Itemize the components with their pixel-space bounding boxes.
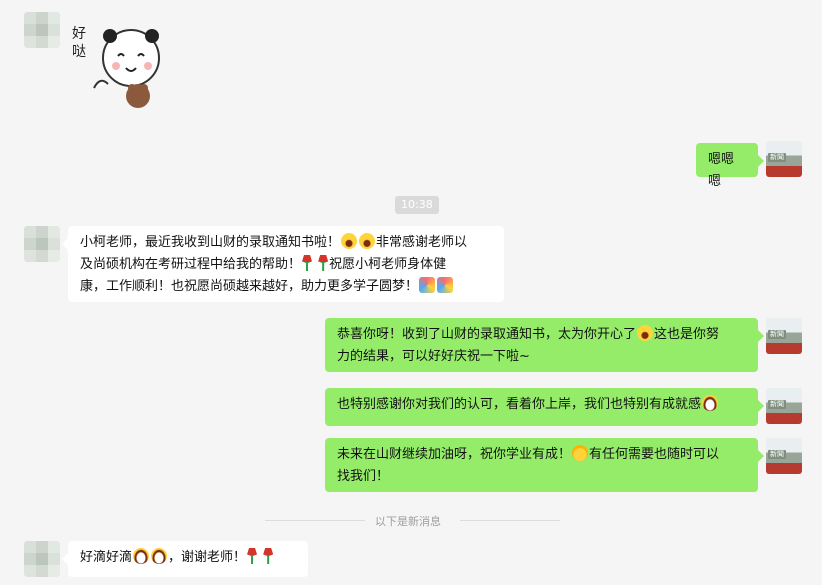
self-avatar[interactable]: 新聞 <box>766 318 802 354</box>
panda-sticker: 好 哒 <box>66 18 166 118</box>
party-face-icon <box>572 445 589 461</box>
svg-text:哒: 哒 <box>72 43 86 60</box>
timestamp: 10:38 <box>395 196 439 214</box>
message-bubble-received[interactable]: 好滴好滴 ，谢谢老师！ <box>62 541 308 577</box>
rose-icon <box>318 255 329 271</box>
rose-icon <box>263 548 274 564</box>
rose-icon <box>247 548 258 564</box>
party-popper-icon <box>437 277 454 293</box>
message-bubble-sent[interactable]: 未来在山财继续加油呀，祝你学业有成！ 有任何需要也随时可以 找我们！ <box>325 438 764 492</box>
self-avatar[interactable]: 新聞 <box>766 141 802 177</box>
message-text: 嗯嗯嗯 <box>708 152 735 189</box>
message-bubble-sent[interactable]: 恭喜你呀！收到了山财的录取通知书，太为你开心了 这也是你努 力的结果，可以好好庆祝… <box>325 318 764 372</box>
grinning-face-icon <box>133 548 150 564</box>
message-bubble-sent[interactable]: 也特别感谢你对我们的认可，看着你上岸，我们也特别有成就感 <box>325 388 764 426</box>
shocked-face-icon <box>637 325 654 341</box>
shocked-face-icon <box>359 233 376 249</box>
grinning-face-icon <box>151 548 168 564</box>
self-avatar[interactable]: 新聞 <box>766 438 802 474</box>
new-messages-divider-line <box>265 520 365 521</box>
contact-avatar[interactable] <box>24 226 60 262</box>
rose-icon <box>302 255 313 271</box>
contact-avatar[interactable] <box>24 12 60 48</box>
self-avatar[interactable]: 新聞 <box>766 388 802 424</box>
contact-avatar[interactable] <box>24 541 60 577</box>
message-bubble-sent[interactable]: 嗯嗯嗯 <box>696 143 764 189</box>
grinning-face-icon <box>702 395 719 411</box>
new-messages-divider-label: 以下是新消息 <box>375 515 441 528</box>
svg-text:好: 好 <box>72 26 86 42</box>
new-messages-divider-line <box>460 520 560 521</box>
party-popper-icon <box>419 277 436 293</box>
shocked-face-icon <box>341 233 358 249</box>
message-bubble-received[interactable]: 小柯老师，最近我收到山财的录取通知书啦！ 非常感谢老师以 及尚硕机构在考研过程中给… <box>62 226 504 302</box>
